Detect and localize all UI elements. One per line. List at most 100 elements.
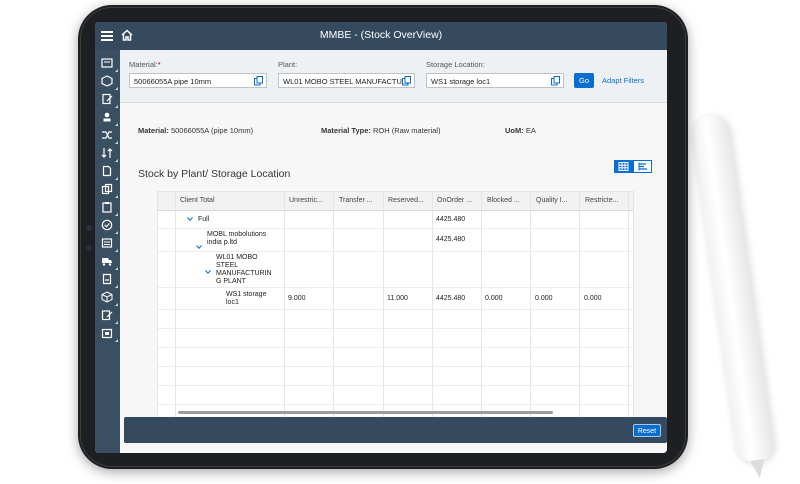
chevron-down-icon[interactable] bbox=[187, 216, 193, 222]
stock-table: Client Total Unrestric... Transfer ... R… bbox=[157, 191, 634, 419]
plant-input[interactable]: WL01 MOBO STEEL MANUFACTU... bbox=[278, 73, 415, 88]
approve-icon[interactable] bbox=[101, 219, 118, 234]
row-label-line: loc1 bbox=[226, 299, 239, 306]
onorder-cell: 4425.480 bbox=[436, 216, 466, 223]
row-divider bbox=[158, 309, 633, 310]
shell-header: MMBE - (Stock OverView) bbox=[95, 22, 667, 50]
column-header[interactable]: Unrestric... bbox=[289, 197, 323, 204]
column-header[interactable]: Client Total bbox=[180, 197, 215, 204]
row-label-line: WL01 MOBO bbox=[216, 254, 258, 261]
table-view-button[interactable] bbox=[614, 160, 633, 173]
transfer-icon[interactable] bbox=[101, 147, 118, 162]
column-header[interactable]: Restricte... bbox=[585, 197, 618, 204]
horizontal-scrollbar[interactable] bbox=[178, 411, 553, 414]
required-marker: * bbox=[157, 60, 161, 69]
material-type-value: ROH (Raw material) bbox=[372, 126, 441, 135]
app-screen: MMBE - (Stock OverView) Material:* 50066… bbox=[95, 22, 667, 453]
truck-icon[interactable] bbox=[101, 255, 118, 270]
reset-button[interactable]: Reset bbox=[633, 424, 661, 437]
value-help-icon[interactable] bbox=[551, 76, 560, 86]
stylus-pencil bbox=[690, 112, 777, 479]
note-icon[interactable] bbox=[101, 273, 118, 288]
row-divider bbox=[158, 385, 633, 386]
stylus-tip bbox=[750, 458, 767, 479]
material-info: Material: 50066055A (pipe 10mm) bbox=[138, 126, 253, 135]
filter-bar: Material:* 50066055A pipe 10mm Plant: WL… bbox=[120, 50, 667, 103]
uom-label: UoM: bbox=[505, 126, 524, 135]
sidebar bbox=[95, 50, 120, 453]
cube-icon[interactable] bbox=[101, 75, 118, 90]
row-divider bbox=[158, 328, 633, 329]
unrestricted-cell: 9.000 bbox=[288, 295, 306, 302]
chevron-down-icon[interactable] bbox=[205, 269, 211, 275]
row-label-line: G PLANT bbox=[216, 278, 246, 285]
sensor-dot bbox=[86, 245, 92, 251]
row-label-line: MOBL mobolutions bbox=[207, 231, 267, 238]
row-label-client: MOBL mobolutions india p.ltd bbox=[207, 231, 266, 247]
person-icon[interactable] bbox=[101, 111, 118, 126]
storage-location-input[interactable]: WS1 storage loc1 bbox=[426, 73, 564, 88]
section-title: Stock by Plant/ Storage Location bbox=[138, 168, 291, 180]
clipboard-icon[interactable] bbox=[101, 201, 118, 216]
storage-filter-label: Storage Location: bbox=[426, 60, 485, 69]
value-help-icon[interactable] bbox=[254, 76, 263, 86]
inventory-icon[interactable] bbox=[101, 327, 118, 342]
document-icon[interactable] bbox=[101, 165, 118, 180]
plant-filter-label: Plant: bbox=[278, 60, 298, 69]
camera-dot bbox=[86, 225, 92, 231]
column-header[interactable]: Quality I... bbox=[536, 197, 568, 204]
row-divider bbox=[158, 287, 633, 288]
uom-info: UoM: EA bbox=[505, 126, 536, 135]
go-button[interactable]: Go bbox=[574, 73, 594, 88]
chart-view-button[interactable] bbox=[633, 160, 652, 173]
column-header[interactable]: Reserved... bbox=[388, 197, 424, 204]
edit-document-icon[interactable] bbox=[101, 93, 118, 108]
material-input[interactable]: 50066055A pipe 10mm bbox=[129, 73, 267, 88]
row-label-line: STEEL bbox=[216, 262, 239, 269]
column-header[interactable]: Blocked ... bbox=[487, 197, 520, 204]
table-header: Client Total Unrestric... Transfer ... R… bbox=[158, 192, 633, 211]
quality-cell: 0.000 bbox=[535, 295, 553, 302]
bar-chart-icon bbox=[638, 162, 647, 171]
package-icon[interactable] bbox=[101, 291, 118, 306]
material-info-value: 50066055A (pipe 10mm) bbox=[170, 126, 254, 135]
column-header[interactable]: Transfer ... bbox=[339, 197, 373, 204]
adapt-filters-link[interactable]: Adapt Filters bbox=[602, 76, 644, 85]
material-info-label: Material: bbox=[138, 126, 169, 135]
onorder-cell: 4425.480 bbox=[436, 236, 466, 243]
copy-icon[interactable] bbox=[101, 183, 118, 198]
main-content: Material:* 50066055A pipe 10mm Plant: WL… bbox=[120, 50, 667, 453]
row-label-line: WS1 storage bbox=[226, 291, 267, 298]
list-icon[interactable] bbox=[101, 237, 118, 252]
value-help-icon[interactable] bbox=[402, 76, 411, 86]
plant-input-value: WL01 MOBO STEEL MANUFACTU... bbox=[283, 77, 409, 86]
reserved-cell: 11.000 bbox=[387, 295, 408, 302]
row-divider bbox=[158, 228, 633, 229]
row-divider bbox=[158, 366, 633, 367]
row-label-line: india p.ltd bbox=[207, 239, 237, 246]
row-label-line: MANUFACTURIN bbox=[216, 270, 272, 277]
row-label-storage: WS1 storage loc1 bbox=[226, 291, 266, 307]
material-type-info: Material Type: ROH (Raw material) bbox=[321, 126, 440, 135]
column-header[interactable]: OnOrder ... bbox=[437, 197, 472, 204]
window-title: MMBE - (Stock OverView) bbox=[319, 29, 443, 41]
tablet-frame: MMBE - (Stock OverView) Material:* 50066… bbox=[78, 5, 688, 469]
row-divider bbox=[158, 347, 633, 348]
restricted-cell: 0.000 bbox=[584, 295, 602, 302]
uom-value: EA bbox=[525, 126, 536, 135]
chevron-down-icon[interactable] bbox=[196, 244, 202, 250]
blocked-cell: 0.000 bbox=[485, 295, 503, 302]
footer-bar: Reset bbox=[124, 417, 667, 443]
shuffle-icon[interactable] bbox=[101, 129, 118, 144]
material-type-label: Material Type: bbox=[321, 126, 371, 135]
row-label-plant: WL01 MOBO STEEL MANUFACTURIN G PLANT bbox=[216, 254, 272, 286]
row-divider bbox=[158, 404, 633, 405]
edit-record-icon[interactable] bbox=[101, 309, 118, 324]
card-icon[interactable] bbox=[101, 57, 118, 72]
material-filter-label: Material:* bbox=[129, 60, 161, 69]
grid-icon bbox=[618, 162, 629, 171]
row-label-full: Full bbox=[198, 216, 210, 223]
material-input-value: 50066055A pipe 10mm bbox=[134, 77, 212, 86]
row-divider bbox=[158, 251, 633, 252]
storage-input-value: WS1 storage loc1 bbox=[431, 77, 491, 86]
